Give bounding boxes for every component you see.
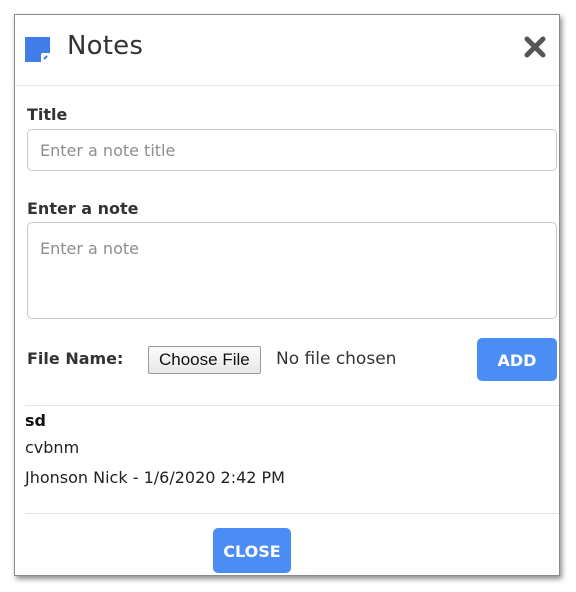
note-label: Enter a note	[27, 199, 139, 218]
no-file-chosen-text: No file chosen	[276, 349, 397, 369]
divider	[25, 513, 559, 514]
sticky-note-icon	[25, 37, 50, 62]
divider	[25, 405, 559, 406]
close-x-icon[interactable]	[523, 35, 547, 59]
note-textarea[interactable]	[27, 222, 557, 319]
list-item: sd cvbnm Jhonson Nick - 1/6/2020 2:42 PM	[25, 409, 285, 493]
notes-dialog: Notes Title Enter a note File Name: Choo…	[14, 14, 560, 576]
note-item-title: sd	[25, 411, 46, 430]
note-item-meta: Jhonson Nick - 1/6/2020 2:42 PM	[25, 468, 285, 487]
close-button[interactable]: CLOSE	[213, 528, 291, 573]
title-label: Title	[27, 105, 68, 124]
dialog-header: Notes	[15, 15, 559, 86]
add-button[interactable]: ADD	[477, 338, 557, 381]
note-title-input[interactable]	[27, 129, 557, 171]
note-item-body: cvbnm	[25, 438, 80, 457]
choose-file-button[interactable]: Choose File	[148, 346, 261, 374]
dialog-title: Notes	[67, 31, 144, 61]
file-name-label: File Name:	[27, 349, 124, 368]
